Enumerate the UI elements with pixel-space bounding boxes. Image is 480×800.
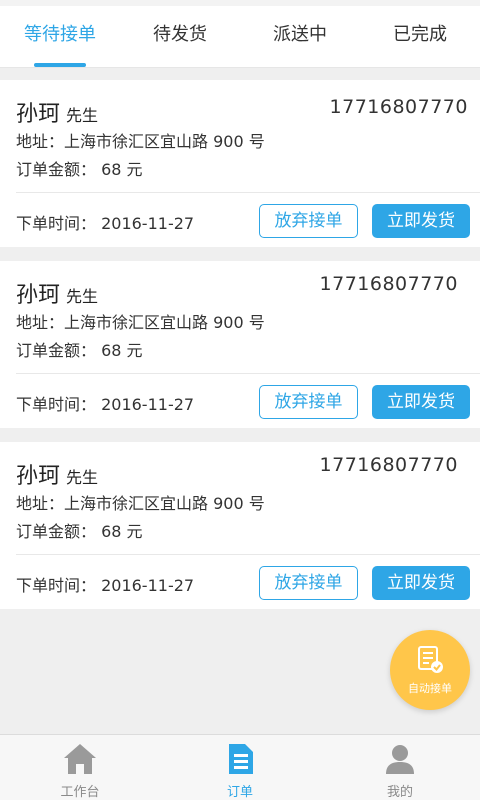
nav-orders[interactable]: 订单 [160, 735, 320, 800]
card-divider [16, 192, 480, 193]
order-address: 地址：上海市徐汇区宜山路 900 号 [16, 313, 265, 332]
nav-label: 工作台 [60, 785, 100, 800]
nav-mine[interactable]: 我的 [320, 735, 480, 800]
auto-accept-label: 自动接单 [408, 682, 452, 695]
nav-label: 我的 [386, 785, 413, 800]
customer-phone[interactable]: 17716807770 [320, 273, 458, 295]
tab-completed[interactable]: 已完成 [360, 6, 480, 67]
tab-label: 已完成 [393, 24, 447, 45]
nav-label: 订单 [226, 785, 253, 800]
customer-name: 孙珂 先生 [16, 458, 98, 490]
card-divider [16, 554, 480, 555]
order-amount: 订单金额： 68 元 [16, 341, 143, 360]
order-amount: 订单金额： 68 元 [16, 160, 143, 179]
order-doc-icon [226, 743, 254, 779]
auto-order-icon [418, 646, 444, 678]
order-time: 下单时间： 2016-11-27 [16, 395, 195, 414]
order-address: 地址：上海市徐汇区宜山路 900 号 [16, 494, 265, 513]
ship-now-button[interactable]: 立即发货 [372, 566, 470, 600]
customer-name: 孙珂 先生 [16, 96, 98, 128]
app-root: 等待接单 待发货 派送中 已完成 孙珂 先生 17716807770 地址：上海市… [0, 0, 480, 800]
user-icon [384, 743, 416, 779]
customer-phone[interactable]: 17716807770 [330, 96, 468, 118]
customer-name-text: 孙珂 [16, 283, 61, 308]
abandon-order-button[interactable]: 放弃接单 [259, 204, 358, 238]
order-card: 孙珂 先生 17716807770 地址：上海市徐汇区宜山路 900 号 订单金额… [0, 80, 480, 247]
ship-now-button[interactable]: 立即发货 [372, 204, 470, 238]
customer-name-text: 孙珂 [16, 102, 61, 127]
home-icon [63, 743, 97, 779]
customer-title: 先生 [66, 468, 99, 487]
abandon-order-button[interactable]: 放弃接单 [259, 385, 358, 419]
nav-workbench[interactable]: 工作台 [0, 735, 160, 800]
order-address: 地址：上海市徐汇区宜山路 900 号 [16, 132, 265, 151]
active-tab-indicator [34, 63, 86, 67]
tab-label: 等待接单 [24, 24, 96, 45]
order-time: 下单时间： 2016-11-27 [16, 576, 195, 595]
customer-name: 孙珂 先生 [16, 277, 98, 309]
auto-accept-button[interactable]: 自动接单 [390, 630, 470, 710]
order-card: 孙珂 先生 17716807770 地址：上海市徐汇区宜山路 900 号 订单金额… [0, 442, 480, 609]
card-divider [16, 373, 480, 374]
order-status-tabs: 等待接单 待发货 派送中 已完成 [0, 0, 480, 68]
order-list: 孙珂 先生 17716807770 地址：上海市徐汇区宜山路 900 号 订单金额… [0, 80, 480, 623]
tab-delivering[interactable]: 派送中 [240, 6, 360, 67]
tab-to-ship[interactable]: 待发货 [120, 6, 240, 67]
tab-label: 待发货 [153, 24, 207, 45]
tab-waiting-accept[interactable]: 等待接单 [0, 6, 120, 67]
order-time: 下单时间： 2016-11-27 [16, 214, 195, 233]
ship-now-button[interactable]: 立即发货 [372, 385, 470, 419]
customer-title: 先生 [66, 287, 99, 306]
bottom-navigation: 工作台 订单 我的 [0, 734, 480, 800]
customer-name-text: 孙珂 [16, 464, 61, 489]
customer-phone[interactable]: 17716807770 [320, 454, 458, 476]
order-amount: 订单金额： 68 元 [16, 522, 143, 541]
customer-title: 先生 [66, 106, 99, 125]
order-card: 孙珂 先生 17716807770 地址：上海市徐汇区宜山路 900 号 订单金额… [0, 261, 480, 428]
tab-label: 派送中 [273, 24, 327, 45]
abandon-order-button[interactable]: 放弃接单 [259, 566, 358, 600]
